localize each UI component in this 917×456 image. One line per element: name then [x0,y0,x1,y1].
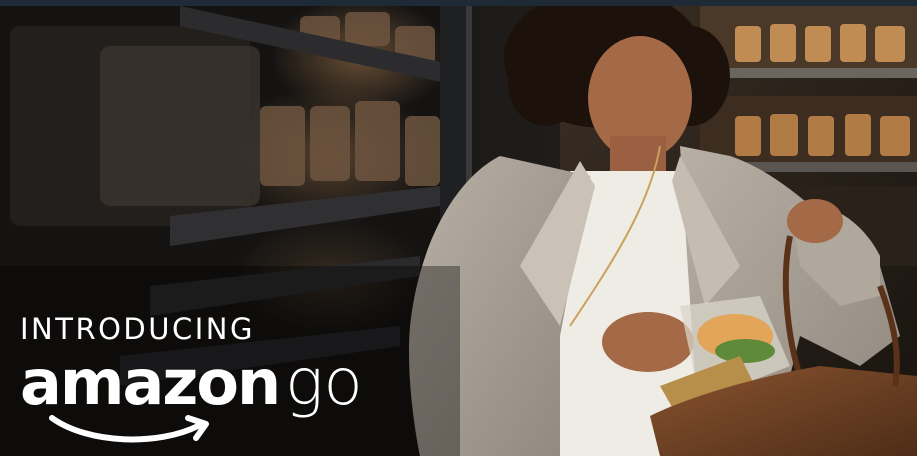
introducing-label: INTRODUCING [20,312,255,346]
logo-word-go: go [285,346,363,420]
logo-word-amazon: amazon [20,346,281,419]
amazon-smile-icon [49,415,209,443]
